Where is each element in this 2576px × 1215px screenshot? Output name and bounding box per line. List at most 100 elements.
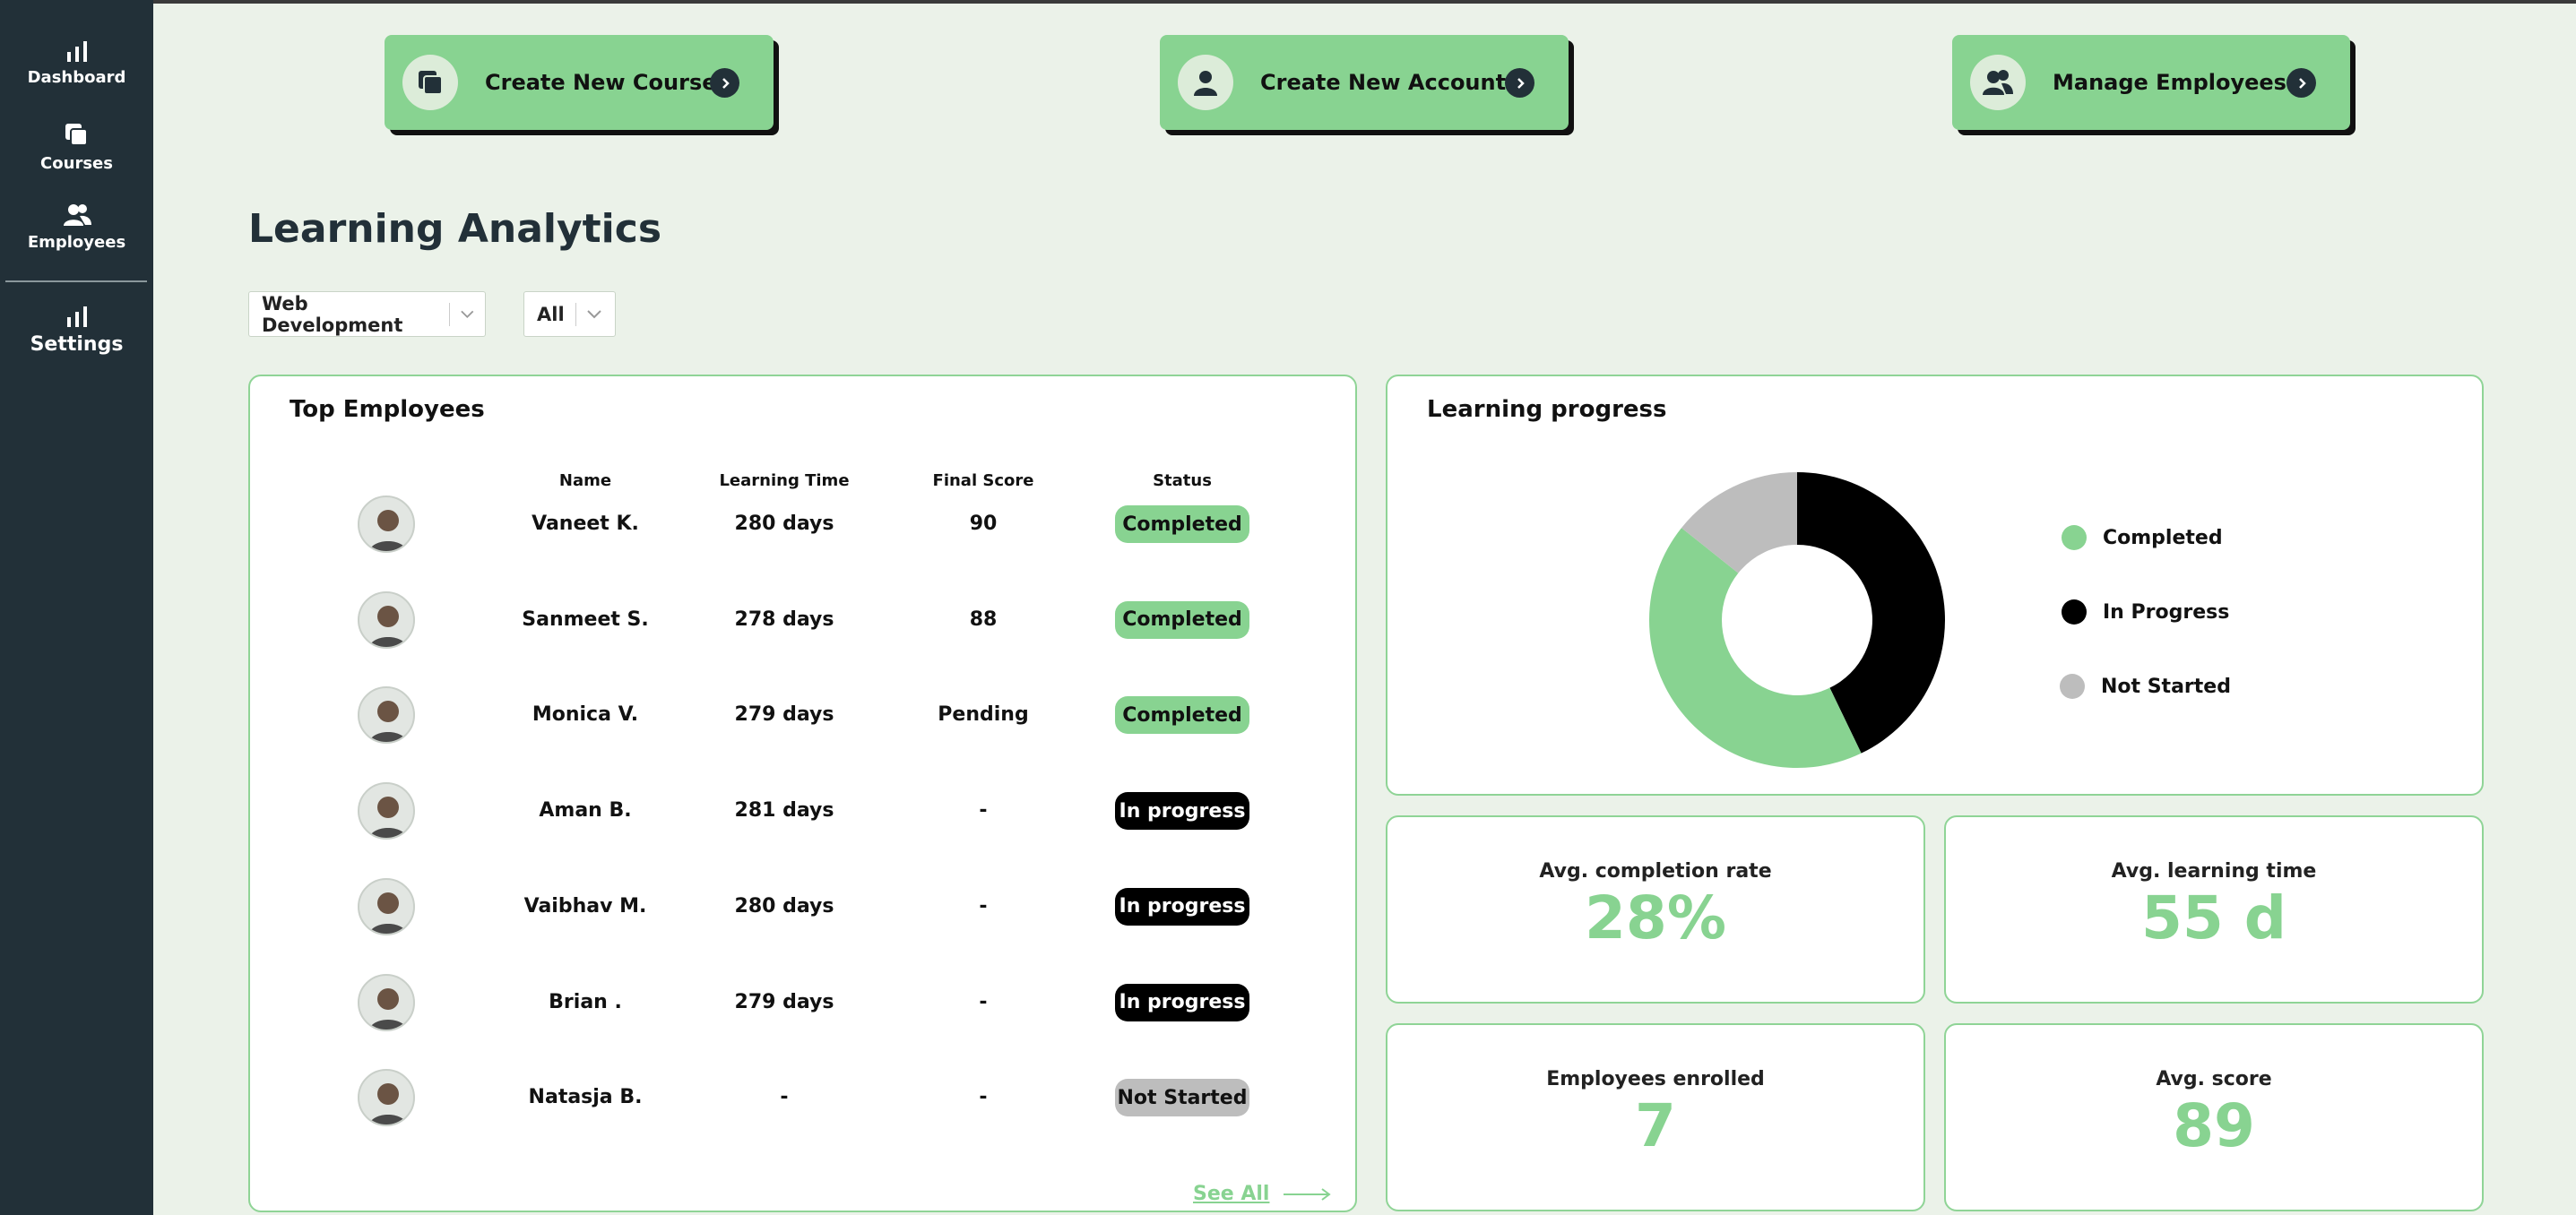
legend-label: Completed [2103,526,2223,549]
legend-label: In Progress [2103,600,2230,624]
copy-icon [402,55,458,110]
chevron-down-icon [461,310,474,318]
arrow-right-icon [1284,1187,1332,1201]
stat-value: 7 [1635,1091,1676,1160]
avatar [358,1069,415,1127]
learning-time: 280 days [734,894,834,918]
see-all-label: See All [1193,1183,1270,1205]
sidebar-item-dashboard[interactable]: Dashboard [0,39,153,87]
page-title: Learning Analytics [248,206,662,252]
panel-title: Top Employees [290,396,485,423]
bar-chart-icon [66,306,87,327]
copy-icon [65,124,88,146]
legend-swatch [2060,674,2085,699]
final-score: - [979,1086,988,1109]
employee-name: Vaneet K. [532,513,639,535]
legend-swatch [2062,599,2087,625]
final-score: - [979,799,988,823]
column-header-status: Status [1153,471,1212,490]
create-course-button[interactable]: Create New Course [385,35,774,130]
chevron-right-icon [1505,68,1534,98]
course-select[interactable]: Web Development [248,291,486,337]
stat-label: Avg. learning time [2111,860,2317,883]
create-account-button[interactable]: Create New Account [1160,35,1569,130]
learning-time: - [780,1086,789,1109]
chevron-right-icon [2286,68,2316,98]
users-icon [1970,55,2026,110]
panel-title: Learning progress [1427,396,1667,423]
chevron-right-icon [710,68,739,98]
legend-item-completed: Completed [2062,525,2223,550]
see-all-link[interactable]: See All [1193,1183,1332,1205]
stat-value: 28% [1585,883,1726,952]
window-top-border [0,0,2576,4]
chevron-down-icon [586,309,601,318]
stat-value: 55 d [2140,883,2287,952]
legend-item-in-progress: In Progress [2062,599,2229,625]
donut-slice-completed [1649,528,1862,768]
legend-label: Not Started [2101,675,2231,698]
sidebar-item-label: Employees [27,233,126,252]
avg-learning-time-card: Avg. learning time 55 d [1944,815,2484,1004]
avg-score-card: Avg. score 89 [1944,1023,2484,1211]
action-label: Create New Account [1260,70,1507,95]
status-badge: In progress [1115,792,1249,831]
action-label: Create New Course [485,70,717,95]
avatar [358,877,415,935]
manage-employees-button[interactable]: Manage Employees [1952,35,2350,130]
status-badge: In progress [1115,983,1249,1021]
avg-completion-rate-card: Avg. completion rate 28% [1386,815,1925,1004]
final-score: - [979,894,988,918]
status-badge: Completed [1115,505,1249,543]
stat-value: 89 [2173,1091,2255,1160]
column-header-learning-time: Learning Time [719,471,850,490]
employee-name: Natasja B. [528,1086,643,1109]
users-icon [63,204,91,226]
sidebar-item-label: Dashboard [27,68,126,87]
stat-label: Avg. completion rate [1539,860,1772,883]
bar-chart-icon [66,41,87,62]
learning-time: 279 days [734,703,834,727]
user-icon [1178,55,1233,110]
avatar [358,782,415,840]
learning-time: 278 days [734,608,834,631]
sidebar-item-label: Courses [40,154,113,173]
sidebar-item-courses[interactable]: Courses [0,122,153,173]
final-score: 88 [969,608,998,631]
column-header-final-score: Final Score [932,471,1034,490]
status-badge: Completed [1115,600,1249,639]
employee-name: Brian . [549,990,622,1013]
employee-name: Sanmeet S. [522,608,649,631]
action-label: Manage Employees [2053,70,2286,95]
select-separator [449,302,451,326]
legend-swatch [2062,525,2087,550]
employee-name: Monica V. [532,703,639,727]
sidebar: Dashboard Courses Employees Settings [0,0,153,1215]
course-select-value: Web Development [262,292,403,336]
stat-label: Avg. score [2156,1068,2272,1090]
sidebar-item-employees[interactable]: Employees [0,202,153,252]
learning-time: 281 days [734,799,834,823]
avatar [358,590,415,649]
sidebar-divider [5,280,147,282]
status-badge: Not Started [1115,1079,1249,1117]
final-score: 90 [969,513,998,535]
employees-enrolled-card: Employees enrolled 7 [1386,1023,1925,1211]
status-badge: Completed [1115,696,1249,735]
status-badge: In progress [1115,887,1249,926]
top-employees-panel: Top Employees Name Learning Time Final S… [248,375,1357,1212]
avatar [358,495,415,553]
legend-item-not-started: Not Started [2060,674,2231,699]
sidebar-item-settings[interactable]: Settings [0,305,153,356]
avatar [358,686,415,745]
sidebar-item-label: Settings [30,333,124,356]
scope-select-value: All [537,303,565,325]
scope-select[interactable]: All [523,291,616,337]
final-score: Pending [938,703,1029,727]
employee-name: Vaibhav M. [523,894,647,918]
final-score: - [979,990,988,1013]
learning-progress-donut-chart [1649,472,1945,768]
stat-label: Employees enrolled [1546,1068,1765,1090]
learning-time: 279 days [734,990,834,1013]
learning-progress-panel: Learning progress Completed In Progress … [1386,375,2484,796]
